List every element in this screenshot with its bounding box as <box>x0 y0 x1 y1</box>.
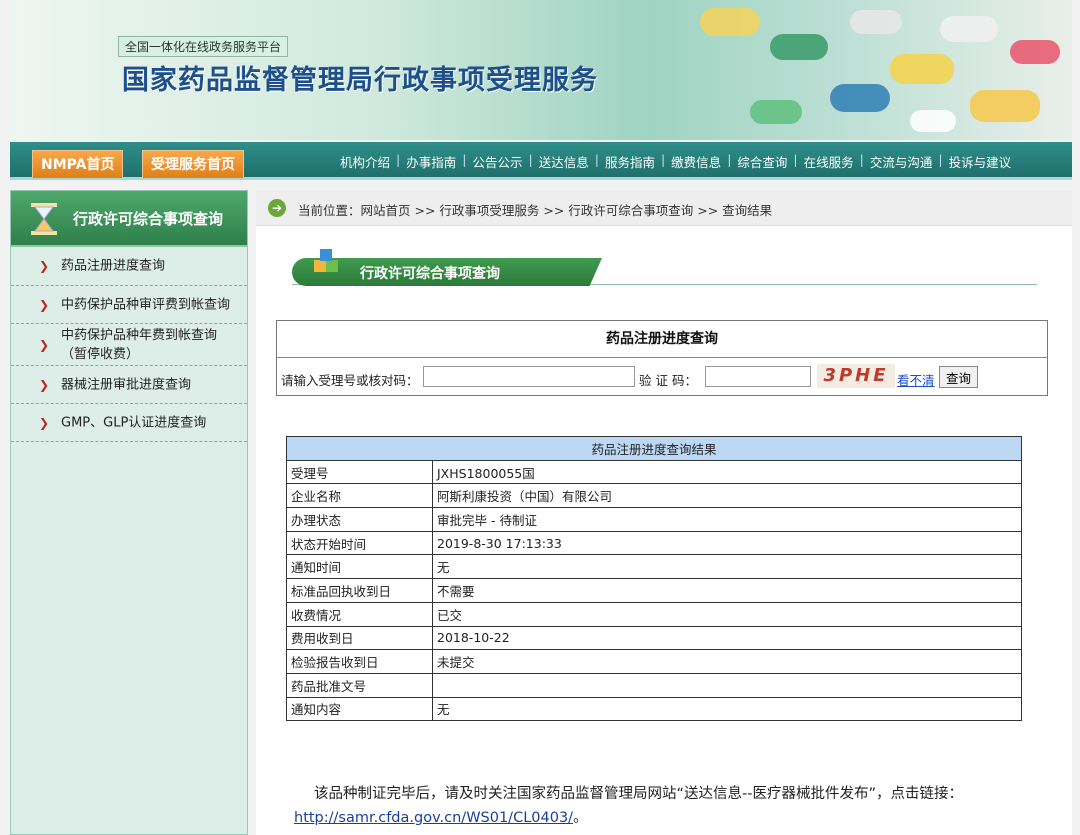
sidebar-title: 行政许可综合事项查询 <box>73 210 224 228</box>
nav-link-notice[interactable]: 公告公示 <box>466 152 528 174</box>
nav-link-guide[interactable]: 办事指南 <box>400 152 462 174</box>
field-value <box>432 672 1022 698</box>
result-table: 药品注册进度查询结果 受理号 JXHS1800055国 企业名称 阿斯利康投资（中国… <box>286 436 1022 722</box>
field-value: 审批完毕 - 待制证 <box>432 507 1022 532</box>
nav-link-communication[interactable]: 交流与沟通 <box>864 152 939 174</box>
sidebar-item-drug-registration[interactable]: ❯ 药品注册进度查询 <box>11 247 247 286</box>
notice-paragraph: 该品种制证完毕后，请及时关注国家药品监督管理局网站“送达信息--医疗器械批件发布… <box>314 786 963 802</box>
field-label: 状态开始时间 <box>286 530 433 556</box>
field-value: 已交 <box>432 601 1022 627</box>
sidebar-item-tcm-review-fee[interactable]: ❯ 中药保护品种审评费到帐查询 <box>11 286 247 324</box>
nav-link-service-guide[interactable]: 服务指南 <box>599 152 661 174</box>
arrow-circle-icon: ➔ <box>268 199 286 217</box>
nav-link-online[interactable]: 在线服务 <box>798 152 860 174</box>
site-title: 国家药品监督管理局行政事项受理服务 <box>122 65 598 96</box>
main-nav: NMPA首页 受理服务首页 机构介绍 | 办事指南 | 公告公示 | 送达信息 | 服务… <box>10 142 1072 180</box>
field-value: 不需要 <box>432 578 1022 603</box>
arrow-right-icon: ❯ <box>39 415 50 430</box>
notice-text: 该品种制证完毕后，请及时关注国家药品监督管理局网站“送达信息--医疗器械批件发布… <box>294 782 1034 830</box>
field-value: 无 <box>432 554 1022 580</box>
field-label: 通知时间 <box>286 554 433 580</box>
table-row: 办理状态 审批完毕 - 待制证 <box>286 507 1022 532</box>
cubes-icon <box>314 249 338 272</box>
section-title: 行政许可综合事项查询 <box>360 266 500 282</box>
sidebar-header: 行政许可综合事项查询 <box>11 191 247 247</box>
nav-link-search[interactable]: 综合查询 <box>731 152 793 174</box>
table-row: 费用收到日 2018-10-22 <box>286 625 1022 651</box>
table-row: 收费情况 已交 <box>286 601 1022 627</box>
field-label: 收费情况 <box>286 601 433 627</box>
accept-number-label: 请输入受理号或核对码： <box>281 373 419 388</box>
notice-end: 。 <box>573 810 588 826</box>
sidebar: 行政许可综合事项查询 ❯ 药品注册进度查询 ❯ 中药保护品种审评费到帐查询 ❯ … <box>10 190 248 835</box>
nmpa-home-button[interactable]: NMPA首页 <box>32 150 124 178</box>
field-label: 标准品回执收到日 <box>286 578 433 603</box>
query-form: 药品注册进度查询 请输入受理号或核对码： 验 证 码： 3PHE 看不清 查询 <box>276 320 1048 396</box>
field-label: 办理状态 <box>286 507 433 532</box>
service-home-button[interactable]: 受理服务首页 <box>142 150 244 178</box>
field-label: 检验报告收到日 <box>286 649 433 674</box>
query-button[interactable]: 查询 <box>939 366 979 388</box>
main-content: ➔ 当前位置：网站首页 >> 行政事项受理服务 >> 行政许可综合事项查询 >>… <box>256 190 1072 835</box>
site-banner: 全国一体化在线政务服务平台 国家药品监督管理局行政事项受理服务 <box>10 0 1072 140</box>
field-label: 企业名称 <box>286 483 433 509</box>
field-label: 受理号 <box>286 459 433 485</box>
platform-tagline: 全国一体化在线政务服务平台 <box>118 36 289 57</box>
nav-link-delivery[interactable]: 送达信息 <box>533 152 595 174</box>
sidebar-item-tcm-annual-fee[interactable]: ❯ 中药保护品种年费到帐查询（暂停收费） <box>11 324 247 366</box>
accept-number-input[interactable] <box>423 366 635 387</box>
arrow-right-icon: ❯ <box>39 377 50 392</box>
arrow-right-icon: ❯ <box>39 337 50 352</box>
nav-link-about[interactable]: 机构介绍 <box>334 152 396 174</box>
result-table-title: 药品注册进度查询结果 <box>286 436 1022 461</box>
sidebar-item-gmp-glp[interactable]: ❯ GMP、GLP认证进度查询 <box>11 404 247 442</box>
sidebar-item-label: 中药保护品种审评费到帐查询 <box>61 297 231 312</box>
breadcrumb-text: 当前位置：网站首页 >> 行政事项受理服务 >> 行政许可综合事项查询 >> 查… <box>298 203 773 218</box>
captcha-label: 验 证 码： <box>639 373 697 388</box>
table-row: 标准品回执收到日 不需要 <box>286 578 1022 603</box>
refresh-captcha-link[interactable]: 看不清 <box>897 370 935 389</box>
arrow-right-icon: ❯ <box>39 297 50 312</box>
field-value: 阿斯利康投资（中国）有限公司 <box>432 483 1022 509</box>
field-label: 药品批准文号 <box>286 672 433 698</box>
breadcrumb: ➔ 当前位置：网站首页 >> 行政事项受理服务 >> 行政许可综合事项查询 >>… <box>256 190 1072 226</box>
section-header: 行政许可综合事项查询 <box>292 246 1037 292</box>
field-value: 2018-10-22 <box>432 625 1022 651</box>
table-row: 企业名称 阿斯利康投资（中国）有限公司 <box>286 483 1022 509</box>
field-label: 通知内容 <box>286 696 433 722</box>
table-row: 通知时间无 <box>286 554 1022 580</box>
table-row: 通知内容无 <box>286 696 1022 722</box>
delivery-info-link[interactable]: http://samr.cfda.gov.cn/WS01/CL0403/ <box>294 810 573 826</box>
table-row: 检验报告收到日 未提交 <box>286 649 1022 674</box>
table-row: 药品批准文号 <box>286 672 1022 698</box>
nav-link-complaint[interactable]: 投诉与建议 <box>943 152 1018 174</box>
field-value: 2019-8-30 17:13:33 <box>432 530 1022 556</box>
sidebar-item-label: 药品注册进度查询 <box>61 258 166 274</box>
sidebar-item-label: 中药保护品种年费到帐查询（暂停收费） <box>61 327 218 362</box>
sidebar-item-device-registration[interactable]: ❯ 器械注册审批进度查询 <box>11 366 247 404</box>
captcha-image: 3PHE <box>817 364 895 388</box>
table-row: 受理号 JXHS1800055国 <box>286 459 1022 485</box>
nav-links: 机构介绍 | 办事指南 | 公告公示 | 送达信息 | 服务指南 | 缴费信息 | 综合查询… <box>334 152 1017 174</box>
sidebar-item-label: GMP、GLP认证进度查询 <box>61 415 207 430</box>
nav-link-payment[interactable]: 缴费信息 <box>665 152 727 174</box>
table-row: 状态开始时间 2019-8-30 17:13:33 <box>286 530 1022 556</box>
query-title: 药品注册进度查询 <box>277 321 1047 358</box>
field-value: 无 <box>432 696 1022 722</box>
captcha-input[interactable] <box>705 366 811 387</box>
field-value: 未提交 <box>432 649 1022 674</box>
sidebar-item-label: 器械注册审批进度查询 <box>61 377 192 392</box>
hourglass-icon <box>31 203 57 235</box>
arrow-right-icon: ❯ <box>39 259 50 273</box>
field-value: JXHS1800055国 <box>432 459 1022 485</box>
field-label: 费用收到日 <box>286 625 433 651</box>
